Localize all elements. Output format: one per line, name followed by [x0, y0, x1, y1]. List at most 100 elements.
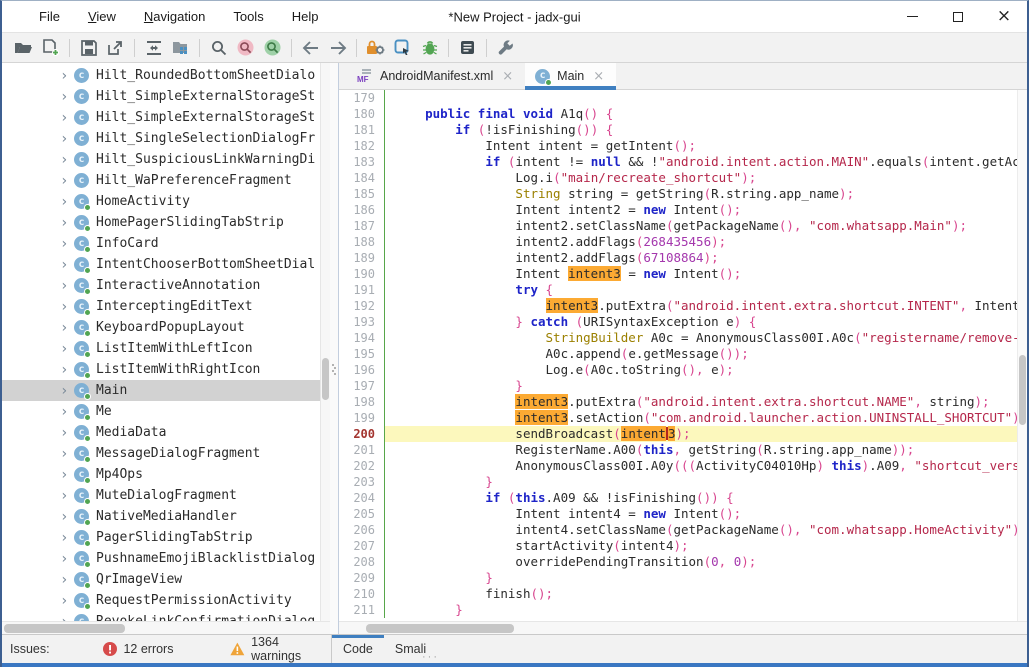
code-line-text[interactable]: if (this.A09 && !isFinishing()) {	[385, 490, 1017, 506]
tree-item-mediadata[interactable]: › c MediaData	[2, 422, 330, 443]
minimize-button[interactable]	[889, 1, 935, 32]
code-line-text[interactable]: Log.e(A0c.toString(), e);	[385, 362, 1017, 378]
editor-vertical-scrollbar[interactable]	[1017, 90, 1027, 621]
code-line-text[interactable]: intent3.putExtra("android.intent.extra.s…	[385, 394, 1017, 410]
warnings-indicator[interactable]: 1364 warnings	[230, 635, 331, 663]
tab-main[interactable]: c Main ×	[525, 63, 617, 90]
tree-item-homeactivity[interactable]: › c HomeActivity	[2, 191, 330, 212]
deobfuscation-button[interactable]	[362, 36, 389, 60]
tree-item-mp4ops[interactable]: › c Mp4Ops	[2, 464, 330, 485]
code-line-text[interactable]: intent4.setClassName(getPackageName(), "…	[385, 522, 1017, 538]
code-line-text[interactable]: A0c.append(e.getMessage());	[385, 346, 1017, 362]
code-line-text[interactable]: }	[385, 474, 1017, 490]
chevron-right-icon[interactable]: ›	[60, 342, 74, 356]
code-line[interactable]: 202 AnonymousClass00I.A0y(((ActivityC040…	[339, 458, 1017, 474]
tab-androidmanifest-xml[interactable]: MF AndroidManifest.xml ×	[347, 63, 525, 89]
nav-forward-button[interactable]	[324, 36, 351, 60]
scrollbar-thumb[interactable]	[4, 624, 125, 633]
maximize-button[interactable]	[935, 1, 981, 32]
panel-splitter[interactable]	[330, 63, 338, 634]
code-line-text[interactable]: intent2.addFlags(67108864);	[385, 250, 1017, 266]
chevron-right-icon[interactable]: ›	[60, 531, 74, 545]
code-line-text[interactable]: finish();	[385, 586, 1017, 602]
tree-item-hilt_wapreferencefragment[interactable]: › c Hilt_WaPreferenceFragment	[2, 170, 330, 191]
code-line-text[interactable]: Intent intent = getIntent();	[385, 138, 1017, 154]
code-line-text[interactable]: public final void A1q() {	[385, 106, 1017, 122]
export-code-button[interactable]	[102, 36, 129, 60]
tree-item-me[interactable]: › c Me	[2, 401, 330, 422]
code-line-text[interactable]: Intent intent4 = new Intent();	[385, 506, 1017, 522]
code-line-text[interactable]: String string = getString(R.string.app_n…	[385, 186, 1017, 202]
code-line[interactable]: 184 Log.i("main/recreate_shortcut");	[339, 170, 1017, 186]
code-line-text[interactable]: startActivity(intent4);	[385, 538, 1017, 554]
code-line[interactable]: 185 String string = getString(R.string.a…	[339, 186, 1017, 202]
code-area[interactable]: 179 180 public final void A1q() {181 if (…	[339, 90, 1017, 621]
chevron-right-icon[interactable]: ›	[60, 363, 74, 377]
code-line-text[interactable]: RegisterName.A00(this, getString(R.strin…	[385, 442, 1017, 458]
menu-help[interactable]: Help	[279, 5, 332, 28]
add-files-button[interactable]	[37, 36, 64, 60]
quark-analysis-button[interactable]	[389, 36, 416, 60]
tree-item-listitemwithlefticon[interactable]: › c ListItemWithLeftIcon	[2, 338, 330, 359]
chevron-right-icon[interactable]: ›	[60, 174, 74, 188]
class-search-button[interactable]	[232, 36, 259, 60]
code-line-text[interactable]: AnonymousClass00I.A0y(((ActivityC04010Hp…	[385, 458, 1017, 474]
tree-item-nativemediahandler[interactable]: › c NativeMediaHandler	[2, 506, 330, 527]
code-line-text[interactable]: Log.i("main/recreate_shortcut");	[385, 170, 1017, 186]
chevron-right-icon[interactable]: ›	[60, 552, 74, 566]
save-all-button[interactable]	[75, 36, 102, 60]
log-viewer-button[interactable]	[454, 36, 481, 60]
code-line[interactable]: 204 if (this.A09 && !isFinishing()) {	[339, 490, 1017, 506]
chevron-right-icon[interactable]: ›	[60, 216, 74, 230]
chevron-right-icon[interactable]: ›	[60, 468, 74, 482]
code-line-text[interactable]: intent3.setAction("com.android.launcher.…	[385, 410, 1017, 426]
chevron-right-icon[interactable]: ›	[60, 258, 74, 272]
code-line[interactable]: 203 }	[339, 474, 1017, 490]
show-packages-button[interactable]	[167, 36, 194, 60]
code-line[interactable]: 200 sendBroadcast(intent 3);	[339, 426, 1017, 442]
tree-item-requestpermissionactivity[interactable]: › c RequestPermissionActivity	[2, 590, 330, 611]
code-line[interactable]: 191 try {	[339, 282, 1017, 298]
code-line-text[interactable]: overridePendingTransition(0, 0);	[385, 554, 1017, 570]
code-line-text[interactable]: if (intent != null && !"android.intent.a…	[385, 154, 1017, 170]
code-line[interactable]: 189 intent2.addFlags(67108864);	[339, 250, 1017, 266]
tree-item-keyboardpopuplayout[interactable]: › c KeyboardPopupLayout	[2, 317, 330, 338]
chevron-right-icon[interactable]: ›	[60, 573, 74, 587]
tree-item-hilt_roundedbottomsheetdialo[interactable]: › c Hilt_RoundedBottomSheetDialo	[2, 65, 330, 86]
code-line-text[interactable]: }	[385, 570, 1017, 586]
code-line[interactable]: 182 Intent intent = getIntent();	[339, 138, 1017, 154]
code-line-text[interactable]: }	[385, 378, 1017, 394]
code-line[interactable]: 194 StringBuilder A0c = AnonymousClass00…	[339, 330, 1017, 346]
status-tab-code[interactable]: Code	[332, 635, 384, 663]
code-line-text[interactable]: try {	[385, 282, 1017, 298]
tree-item-hilt_suspiciouslinkwarningdi[interactable]: › c Hilt_SuspiciousLinkWarningDi	[2, 149, 330, 170]
code-line[interactable]: 180 public final void A1q() {	[339, 106, 1017, 122]
chevron-right-icon[interactable]: ›	[60, 426, 74, 440]
tree-item-pagerslidingtabstrip[interactable]: › c PagerSlidingTabStrip	[2, 527, 330, 548]
code-line[interactable]: 198 intent3.putExtra("android.intent.ext…	[339, 394, 1017, 410]
tab-close-icon[interactable]: ×	[591, 69, 606, 84]
menu-view[interactable]: View	[75, 5, 129, 28]
preferences-button[interactable]	[492, 36, 519, 60]
code-line-text[interactable]: }	[385, 602, 1017, 618]
code-line[interactable]: 205 Intent intent4 = new Intent();	[339, 506, 1017, 522]
chevron-right-icon[interactable]: ›	[60, 510, 74, 524]
chevron-right-icon[interactable]: ›	[60, 300, 74, 314]
tab-close-icon[interactable]: ×	[500, 69, 515, 84]
tree-item-interactiveannotation[interactable]: › c InteractiveAnnotation	[2, 275, 330, 296]
tree-horizontal-scrollbar[interactable]	[2, 621, 330, 634]
code-line-text[interactable]: } catch (URISyntaxException e) {	[385, 314, 1017, 330]
code-editor[interactable]: 179 180 public final void A1q() {181 if (…	[339, 90, 1027, 621]
chevron-right-icon[interactable]: ›	[60, 69, 74, 83]
chevron-right-icon[interactable]: ›	[60, 111, 74, 125]
tree-item-main[interactable]: › c Main	[2, 380, 330, 401]
open-file-button[interactable]	[10, 36, 37, 60]
chevron-right-icon[interactable]: ›	[60, 489, 74, 503]
code-line[interactable]: 201 RegisterName.A00(this, getString(R.s…	[339, 442, 1017, 458]
debugger-button[interactable]	[416, 36, 443, 60]
chevron-right-icon[interactable]: ›	[60, 594, 74, 608]
tree-item-qrimageview[interactable]: › c QrImageView	[2, 569, 330, 590]
code-line[interactable]: 210 finish();	[339, 586, 1017, 602]
code-line[interactable]: 187 intent2.setClassName(getPackageName(…	[339, 218, 1017, 234]
tree-item-hilt_singleselectiondialogfr[interactable]: › c Hilt_SingleSelectionDialogFr	[2, 128, 330, 149]
